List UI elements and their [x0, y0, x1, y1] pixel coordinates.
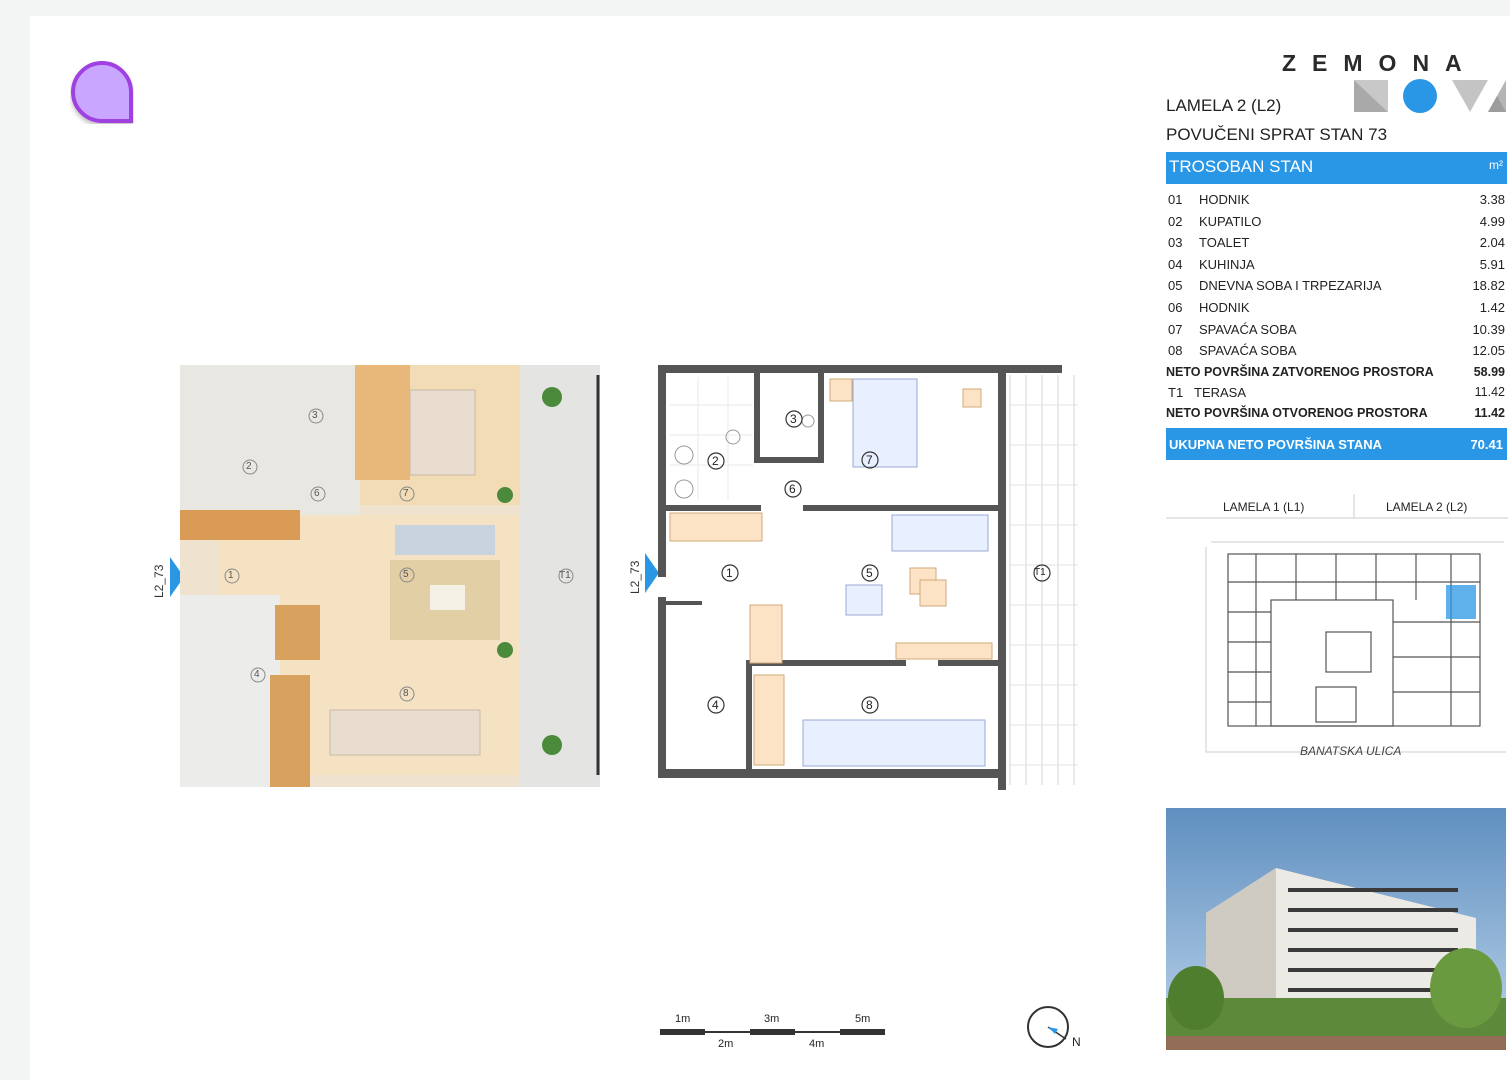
render-label-4: 4 — [254, 669, 260, 680]
furnished-3d-render — [180, 365, 600, 787]
grand-total-bar: UKUPNA NETO POVRŠINA STANA 70.41 — [1166, 428, 1507, 460]
section-mark-left: L2_73 — [152, 564, 166, 598]
siteplan-street: BANATSKA ULICA — [1300, 744, 1402, 758]
plan-label-8: 8 — [866, 698, 873, 712]
north-compass: N — [1022, 1003, 1088, 1055]
site-plan: LAMELA 1 (L1) LAMELA 2 (L2) BANATSKA ULI… — [1166, 492, 1508, 764]
section-arrow-right-icon — [645, 553, 659, 593]
lamela-heading: LAMELA 2 (L2) — [1166, 96, 1282, 115]
render-label-t1: T1 — [559, 570, 571, 581]
brand-logo: ZEMONA — [1280, 50, 1506, 120]
plan-label-6: 6 — [789, 482, 796, 496]
terrace-row: T1 TERASA 11.42 — [1168, 385, 1505, 401]
table-unit: m² — [1489, 158, 1503, 172]
table-row: 04 KUHINJA 5.91 — [1168, 256, 1505, 272]
table-title: TROSOBAN STAN — [1169, 157, 1314, 176]
unit-heading: POVUČENI SPRAT STAN 73 — [1166, 125, 1388, 144]
render-label-6: 6 — [314, 488, 320, 499]
render-label-3: 3 — [312, 410, 318, 421]
render-label-5: 5 — [403, 569, 409, 580]
scale-4m: 4m — [809, 1038, 825, 1050]
plan-label-t1: T1 — [1034, 567, 1046, 578]
open-area-total-row: NETO POVRŠINA OTVORENOG PROSTORA 11.42 — [1166, 405, 1505, 420]
render-label-2: 2 — [246, 461, 252, 472]
plan-label-5: 5 — [866, 566, 873, 580]
table-row: 03 TOALET 2.04 — [1168, 235, 1505, 251]
table-row: 02 KUPATILO 4.99 — [1168, 213, 1505, 229]
table-row: 05 DNEVNA SOBA I TRPEZARIJA 18.82 — [1168, 278, 1505, 294]
compass-north-label: N — [1072, 1035, 1081, 1049]
plan-label-1: 1 — [726, 566, 733, 580]
section-mark-right: L2_73 — [628, 560, 642, 594]
plan-label-4: 4 — [712, 698, 719, 712]
brand-nova-mark — [1354, 79, 1506, 113]
scale-3m: 3m — [764, 1013, 780, 1025]
table-header-bar: TROSOBAN STAN m² — [1166, 152, 1507, 184]
table-row: 07 SPAVAĆA SOBA 10.39 — [1168, 321, 1505, 337]
plan-label-3: 3 — [790, 412, 797, 426]
table-row: 01 HODNIK 3.38 — [1168, 192, 1505, 207]
scale-5m: 5m — [855, 1013, 871, 1025]
building-photo — [1166, 808, 1506, 1050]
render-label-1: 1 — [228, 570, 234, 581]
room-area-table: 01 HODNIK 3.38 02 KUPATILO 4.99 03 TOALET 2.04… — [1166, 190, 1505, 424]
brand-wordmark: ZEMONA — [1282, 50, 1478, 76]
floating-bubble-button[interactable] — [70, 60, 134, 124]
plan-label-7: 7 — [866, 453, 873, 467]
grand-total-label: UKUPNA NETO POVRŠINA STANA — [1169, 437, 1383, 452]
table-row: 08 SPAVAĆA SOBA 12.05 — [1168, 343, 1505, 359]
siteplan-drawing — [1166, 494, 1508, 753]
scale-1m: 1m — [675, 1013, 691, 1025]
render-label-8: 8 — [403, 688, 409, 699]
closed-area-total-row: NETO POVRŠINA ZATVORENOG PROSTORA 58.99 — [1166, 364, 1505, 379]
scale-2m: 2m — [718, 1038, 734, 1050]
table-row: 06 HODNIK 1.42 — [1168, 299, 1505, 315]
grand-total-value: 70.41 — [1470, 437, 1503, 452]
render-label-7: 7 — [403, 488, 409, 499]
scale-bar: 1m 3m 5m 2m 4m — [655, 1005, 895, 1055]
plan-label-2: 2 — [712, 454, 719, 468]
